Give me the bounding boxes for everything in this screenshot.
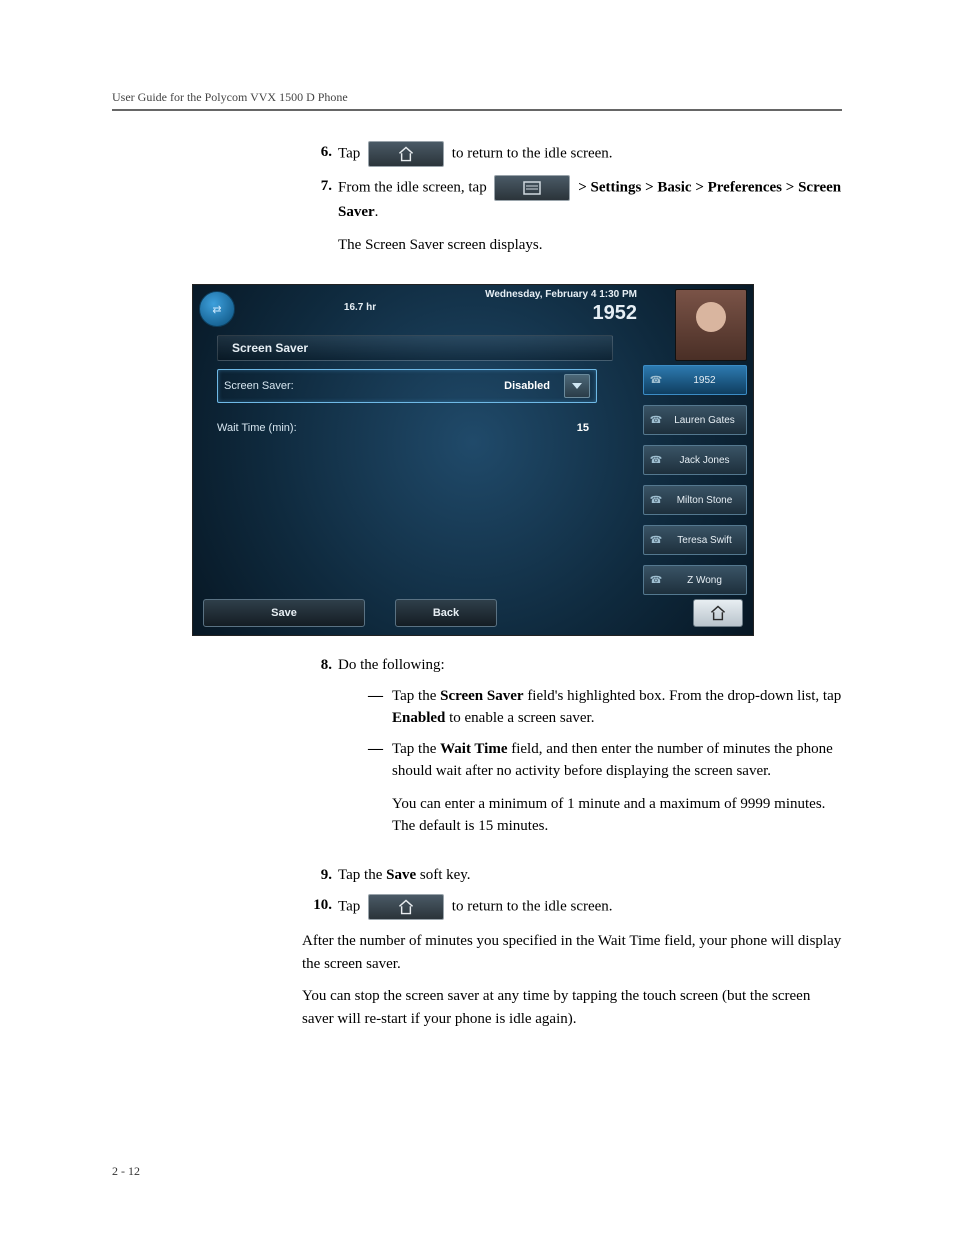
step-text: . (375, 204, 379, 220)
field-value: 15 (577, 422, 597, 434)
step-number: 10. (302, 894, 338, 917)
t: Tap the (392, 688, 440, 704)
phone-topbar: ⇄ 16.7 hr Wednesday, February 4 1:30 PM … (193, 285, 753, 329)
step-result: The Screen Saver screen displays. (338, 234, 842, 257)
home-icon (709, 605, 727, 621)
dash-icon: — (368, 738, 392, 848)
running-header: User Guide for the Polycom VVX 1500 D Ph… (112, 90, 842, 105)
field-label: Screen Saver: (224, 380, 504, 392)
after-para-1: After the number of minutes you specifie… (302, 930, 842, 975)
step-number: 7. (302, 175, 338, 198)
line-key[interactable]: ☎Teresa Swift (643, 525, 747, 555)
home-button-graphic (368, 894, 444, 920)
t: Save (386, 867, 416, 883)
field-label: Wait Time (min): (217, 422, 577, 434)
note: You can enter a minimum of 1 minute and … (392, 793, 842, 838)
phone-icon: ☎ (648, 415, 664, 426)
menu-button-graphic (494, 175, 570, 201)
line-key[interactable]: ☎1952 (643, 365, 747, 395)
phone-icon: ☎ (648, 495, 664, 506)
step-number: 8. (302, 654, 338, 677)
line-keys: ☎1952 ☎Lauren Gates ☎Jack Jones ☎Milton … (643, 365, 747, 605)
after-para-2: You can stop the screen saver at any tim… (302, 985, 842, 1030)
line-key-label: Jack Jones (667, 455, 742, 466)
step-number: 6. (302, 141, 338, 164)
home-softkey[interactable] (693, 599, 743, 627)
line-key-label: Teresa Swift (667, 535, 742, 546)
line-key-label: Lauren Gates (667, 415, 742, 426)
form-area: Screen Saver: Disabled Wait Time (min): … (217, 369, 597, 443)
sub-bullet: — Tap the Wait Time field, and then ente… (368, 738, 842, 848)
save-softkey[interactable]: Save (203, 599, 365, 627)
top-center-text: 16.7 hr (235, 302, 485, 313)
sub-bullet: — Tap the Screen Saver field's highlight… (368, 685, 842, 730)
datetime: Wednesday, February 4 1:30 PM (485, 289, 637, 300)
phone-screenshot: ⇄ 16.7 hr Wednesday, February 4 1:30 PM … (192, 284, 754, 636)
step-number: 9. (302, 864, 338, 887)
phone-icon: ☎ (648, 455, 664, 466)
home-icon (397, 899, 415, 915)
line-key-label: Milton Stone (667, 495, 742, 506)
line-key-label: Z Wong (667, 575, 742, 586)
dash-icon: — (368, 685, 392, 730)
step-text: Tap (338, 145, 364, 161)
step-text: Do the following: (338, 657, 445, 673)
step-9: 9. Tap the Save soft key. (302, 864, 842, 887)
step-7: 7. From the idle screen, tap > Settings … (302, 175, 842, 266)
phone-icon: ☎ (648, 575, 664, 586)
step-10: 10. Tap to return to the idle screen. (302, 894, 842, 920)
wait-time-field[interactable]: Wait Time (min): 15 (217, 413, 597, 443)
softkey-bar: Save Back (203, 599, 743, 627)
t: Wait Time (440, 741, 507, 757)
t: Enabled (392, 710, 445, 726)
phone-icon: ☎ (648, 535, 664, 546)
field-value: Disabled (504, 380, 558, 392)
t: Tap (338, 898, 364, 914)
screen-title: Screen Saver (217, 335, 613, 361)
chevron-down-icon (572, 383, 582, 389)
step-text: From the idle screen, tap (338, 179, 490, 195)
step-text: to return to the idle screen. (452, 145, 613, 161)
extension-large: 1952 (485, 302, 637, 325)
line-key[interactable]: ☎Milton Stone (643, 485, 747, 515)
t: Tap the (338, 867, 386, 883)
phone-icon: ☎ (648, 375, 664, 386)
line-key-label: 1952 (667, 375, 742, 386)
line-key[interactable]: ☎Jack Jones (643, 445, 747, 475)
t: soft key. (416, 867, 470, 883)
back-softkey[interactable]: Back (395, 599, 497, 627)
step-6: 6. Tap to return to the idle screen. (302, 141, 842, 167)
usb-icon: ⇄ (199, 291, 235, 327)
screen-saver-field[interactable]: Screen Saver: Disabled (217, 369, 597, 403)
t: Screen Saver (440, 688, 523, 704)
menu-icon (523, 181, 541, 195)
home-icon (397, 146, 415, 162)
dropdown-button[interactable] (564, 374, 590, 398)
body-content: 6. Tap to return to the idle screen. 7. … (302, 141, 842, 266)
t: field's highlighted box. From the drop-d… (524, 688, 842, 704)
step-8: 8. Do the following: — Tap the Screen Sa… (302, 654, 842, 856)
line-key[interactable]: ☎Lauren Gates (643, 405, 747, 435)
header-rule (112, 109, 842, 111)
home-button-graphic (368, 141, 444, 167)
t: to enable a screen saver. (445, 710, 594, 726)
page-footer: 2 - 12 (112, 1164, 140, 1179)
t: to return to the idle screen. (452, 898, 613, 914)
line-key[interactable]: ☎Z Wong (643, 565, 747, 595)
t: Tap the (392, 741, 440, 757)
avatar (675, 289, 747, 361)
